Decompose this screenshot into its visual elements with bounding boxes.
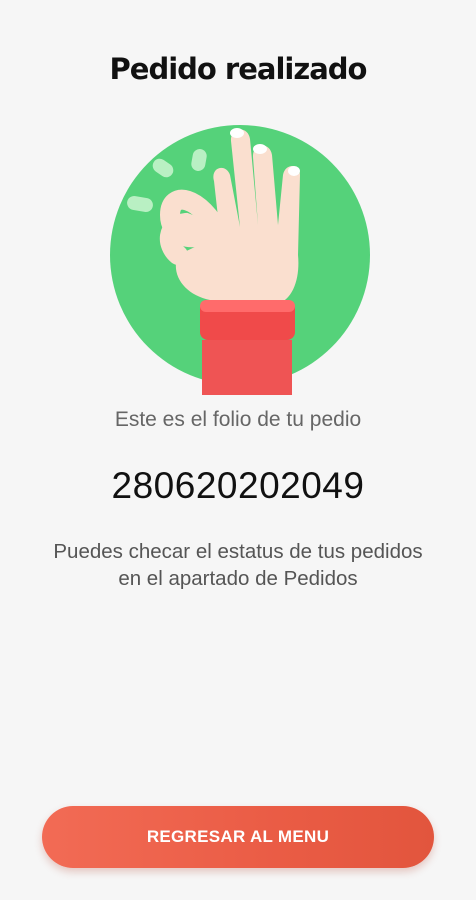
status-info-text: Puedes checar el estatus de tus pedidos … xyxy=(20,538,456,592)
ok-hand-icon xyxy=(100,115,380,395)
status-info-line-1: Puedes checar el estatus de tus pedidos xyxy=(53,540,423,563)
order-folio-number: 280620202049 xyxy=(111,465,365,506)
back-to-menu-button[interactable]: REGRESAR AL MENU xyxy=(42,806,434,868)
status-info-line-2: en el apartado de Pedidos xyxy=(118,567,358,590)
page-title: Pedido realizado xyxy=(109,52,368,86)
folio-label: Este es el folio de tu pedio xyxy=(114,408,362,431)
